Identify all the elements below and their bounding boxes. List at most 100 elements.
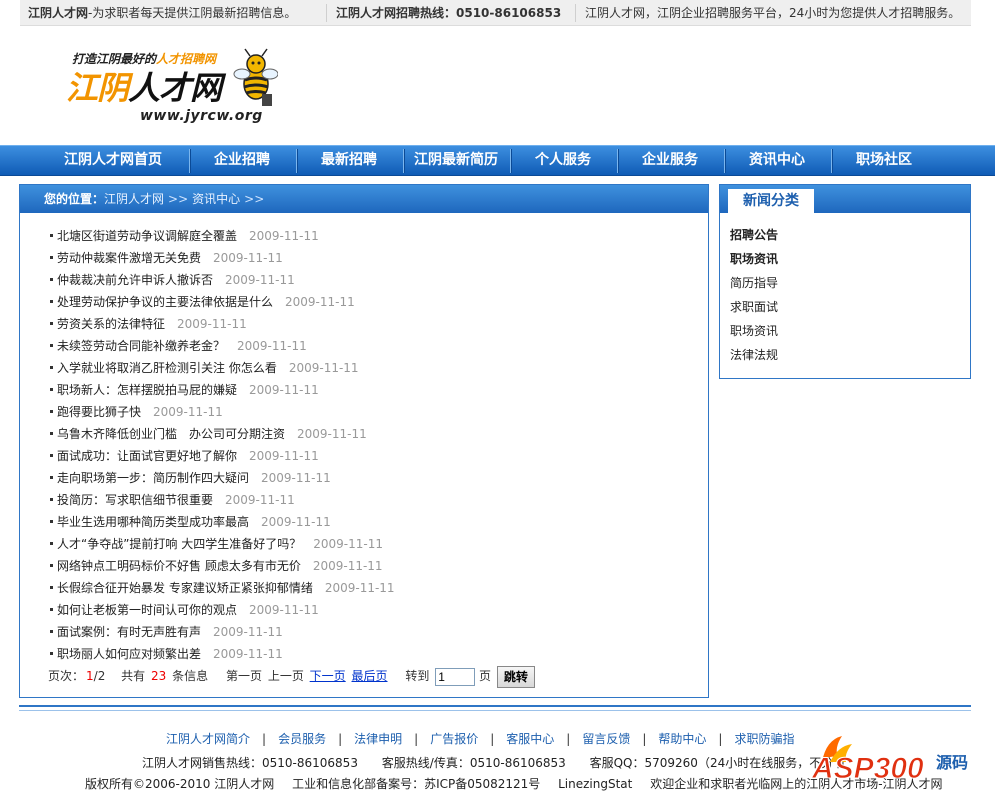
- bullet-icon: [50, 476, 53, 479]
- footer-link[interactable]: 江阴人才网简介: [166, 732, 250, 746]
- last-page-link[interactable]: 最后页: [352, 669, 388, 683]
- news-title-link[interactable]: 跑得要比狮子快: [57, 405, 141, 419]
- news-title-link[interactable]: 乌鲁木齐降低创业门槛 办公司可分期注资: [57, 427, 285, 441]
- next-page-link[interactable]: 下一页: [310, 669, 346, 683]
- footer-link-separator: |: [566, 732, 571, 746]
- goto-page-input[interactable]: [435, 667, 476, 686]
- news-date: 2009-11-11: [249, 603, 319, 617]
- footer-link[interactable]: 法律申明: [354, 732, 402, 746]
- category-link[interactable]: 简历指导: [730, 271, 778, 295]
- news-item: 面试成功：让面试官更好地了解你 2009-11-11: [50, 445, 690, 467]
- footer-link[interactable]: 客服中心: [506, 732, 554, 746]
- news-title-link[interactable]: 劳动仲裁案件激增无关免费: [57, 251, 201, 265]
- footer-link[interactable]: 帮助中心: [658, 732, 706, 746]
- jump-button[interactable]: 跳转: [496, 665, 535, 688]
- news-title-link[interactable]: 如何让老板第一时间认可你的观点: [57, 603, 237, 617]
- news-title-link[interactable]: 处理劳动保护争议的主要法律依据是什么: [57, 295, 273, 309]
- news-item: 长假综合征开始暴发 专家建议矫正紧张抑郁情绪 2009-11-11: [50, 577, 690, 599]
- news-list-panel: 您的位置：江阴人才网 >> 资讯中心 >> 北塘区街道劳动争议调解庭全覆盖 2009-1…: [19, 184, 709, 698]
- bullet-icon: [50, 322, 53, 325]
- nav-news-center[interactable]: 资讯中心: [725, 146, 829, 175]
- footer-link[interactable]: 留言反馈: [582, 732, 630, 746]
- breadcrumb-home-link[interactable]: 江阴人才网: [104, 192, 164, 206]
- news-title-link[interactable]: 人才“争夺战”提前打响 大四学生准备好了吗？: [57, 537, 301, 551]
- news-date: 2009-11-11: [261, 471, 331, 485]
- bee-mascot-icon: [233, 48, 278, 106]
- category-link[interactable]: 求职面试: [730, 295, 778, 319]
- nav-personal-service[interactable]: 个人服务: [511, 146, 615, 175]
- footer-divider: [19, 705, 971, 707]
- category-list: 招聘公告 职场资讯 简历指导 求职面试 职场资讯 法律法规: [730, 223, 778, 367]
- breadcrumb-separator: >>: [244, 192, 265, 206]
- news-title-link[interactable]: 走向职场第一步：简历制作四大疑问: [57, 471, 249, 485]
- logo-url: www.jyrcw.org: [140, 108, 263, 124]
- news-item: 乌鲁木齐降低创业门槛 办公司可分期注资 2009-11-11: [50, 423, 690, 445]
- news-title-link[interactable]: 入学就业将取消乙肝检测引关注 你怎么看: [57, 361, 277, 375]
- bullet-icon: [50, 608, 53, 611]
- top-separator: [326, 4, 327, 22]
- service-qq: 客服QQ：5709260（24小时在线服务，不分节: [589, 756, 846, 770]
- nav-company-jobs[interactable]: 企业招聘: [190, 146, 294, 175]
- news-title-link[interactable]: 仲裁裁决前允许申诉人撤诉否: [57, 273, 213, 287]
- bullet-icon: [50, 630, 53, 633]
- nav-latest-resumes[interactable]: 江阴最新简历: [404, 146, 508, 175]
- icp-record-link[interactable]: 工业和信息化部备案号：苏ICP备05082121号: [292, 777, 540, 791]
- news-title-link[interactable]: 网络钟点工明码标价不好售 顾虑太多有市无价: [57, 559, 301, 573]
- news-title-link[interactable]: 投简历：写求职信细节很重要: [57, 493, 213, 507]
- bullet-icon: [50, 410, 53, 413]
- category-link[interactable]: 职场资讯: [730, 319, 778, 343]
- news-title-link[interactable]: 长假综合征开始暴发 专家建议矫正紧张抑郁情绪: [57, 581, 313, 595]
- nav-latest-jobs[interactable]: 最新招聘: [297, 146, 401, 175]
- footer-link-separator: |: [718, 732, 723, 746]
- tab-news-category[interactable]: 新闻分类: [728, 189, 814, 213]
- bullet-icon: [50, 278, 53, 281]
- site-logo[interactable]: 打造江阴最好的人才招聘网 江阴人才网 www.jyrcw.org: [66, 46, 281, 131]
- first-page-text: 第一页: [225, 669, 262, 683]
- news-item: 职场丽人如何应对频繁出差 2009-11-11: [50, 643, 690, 665]
- category-link[interactable]: 法律法规: [730, 343, 778, 367]
- bullet-icon: [50, 454, 53, 457]
- news-item: 入学就业将取消乙肝检测引关注 你怎么看 2009-11-11: [50, 357, 690, 379]
- news-item: 仲裁裁决前允许申诉人撤诉否 2009-11-11: [50, 269, 690, 291]
- news-item: 职场新人：怎样摆脱拍马屁的嫌疑 2009-11-11: [50, 379, 690, 401]
- news-date: 2009-11-11: [177, 317, 247, 331]
- news-title-link[interactable]: 面试案例：有时无声胜有声: [57, 625, 201, 639]
- breadcrumb-label: 您的位置：: [44, 192, 105, 206]
- news-date: 2009-11-11: [312, 559, 383, 573]
- top-tagline: 江阴人才网-为求职者每天提供江阴最新招聘信息。: [28, 6, 297, 20]
- news-item: 处理劳动保护争议的主要法律依据是什么 2009-11-11: [50, 291, 690, 313]
- bullet-icon: [50, 586, 53, 589]
- breadcrumb-current-link[interactable]: 资讯中心: [192, 192, 240, 206]
- news-date: 2009-11-11: [213, 647, 283, 661]
- news-item: 投简历：写求职信细节很重要 2009-11-11: [50, 489, 690, 511]
- category-link[interactable]: 招聘公告: [730, 223, 778, 247]
- nav-enterprise-service[interactable]: 企业服务: [618, 146, 722, 175]
- category-link[interactable]: 职场资讯: [730, 247, 778, 271]
- news-title-link[interactable]: 面试成功：让面试官更好地了解你: [57, 449, 237, 463]
- nav-home[interactable]: 江阴人才网首页: [48, 146, 178, 175]
- bullet-icon: [50, 256, 53, 259]
- page-total: /2: [93, 669, 106, 683]
- footer-link-separator: |: [262, 732, 267, 746]
- news-title-link[interactable]: 北塘区街道劳动争议调解庭全覆盖: [57, 229, 237, 243]
- news-title-link[interactable]: 职场丽人如何应对频繁出差: [57, 647, 201, 661]
- footer-contact: 江阴人才网销售热线：0510-86106853 客服热线/传真：0510-861…: [142, 754, 865, 772]
- news-title-link[interactable]: 职场新人：怎样摆脱拍马屁的嫌疑: [57, 383, 237, 397]
- news-item: 毕业生选用哪种简历类型成功率最高 2009-11-11: [50, 511, 690, 533]
- bullet-icon: [50, 432, 53, 435]
- category-header: 新闻分类: [720, 185, 970, 213]
- news-date: 2009-11-11: [249, 383, 319, 397]
- news-title-link[interactable]: 毕业生选用哪种简历类型成功率最高: [57, 515, 249, 529]
- news-item: 劳资关系的法律特征 2009-11-11: [50, 313, 690, 335]
- footer-link[interactable]: 广告报价: [430, 732, 478, 746]
- news-title-link[interactable]: 劳资关系的法律特征: [57, 317, 165, 331]
- footer-link-separator: |: [490, 732, 495, 746]
- asp300-watermark-logo: ASP300 源码: [811, 736, 968, 786]
- footer-link[interactable]: 求职防骗指: [734, 732, 794, 746]
- news-title-link[interactable]: 未续签劳动合同能补缴养老金？: [57, 339, 225, 353]
- nav-community[interactable]: 职场社区: [832, 146, 936, 175]
- news-category-panel: 新闻分类 招聘公告 职场资讯 简历指导 求职面试 职场资讯 法律法规: [719, 184, 971, 379]
- stat-link[interactable]: LinezingStat: [558, 777, 632, 791]
- bullet-icon: [50, 388, 53, 391]
- footer-link[interactable]: 会员服务: [278, 732, 326, 746]
